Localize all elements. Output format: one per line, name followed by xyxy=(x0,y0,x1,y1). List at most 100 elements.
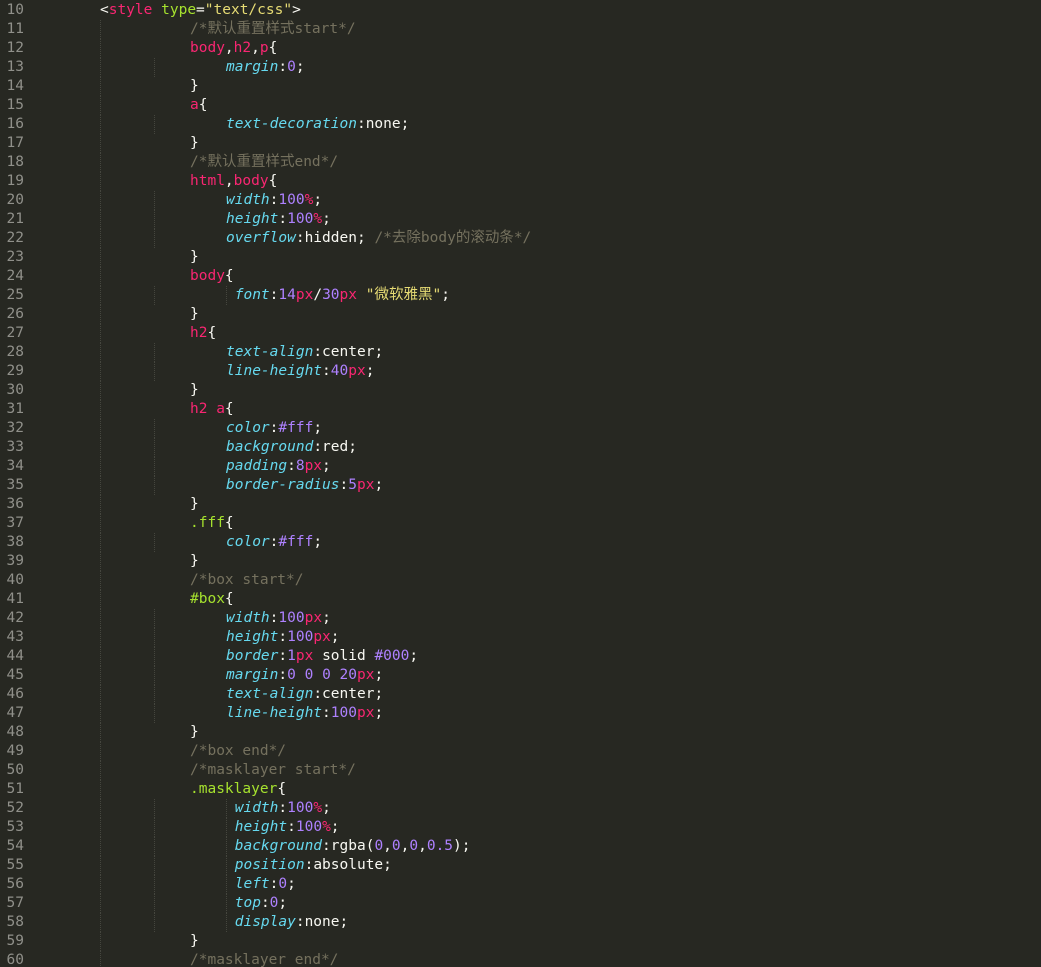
code-line[interactable]: 55 position:absolute; xyxy=(0,856,1041,875)
code-line[interactable]: 57 top:0; xyxy=(0,894,1041,913)
code-line[interactable]: 50 /*masklayer start*/ xyxy=(0,761,1041,780)
code-text: } xyxy=(190,77,199,96)
code-text: font:14px/30px "微软雅黑"; xyxy=(226,286,450,305)
code-line[interactable]: 14} xyxy=(0,77,1041,96)
token-prop: overflow xyxy=(226,230,296,246)
code-text: display:none; xyxy=(226,913,349,932)
indent-guide xyxy=(154,533,155,552)
code-line[interactable]: 49 /*box end*/ xyxy=(0,742,1041,761)
token-num: 100 xyxy=(287,800,314,816)
code-line[interactable]: 40 /*box start*/ xyxy=(0,571,1041,590)
code-line[interactable]: 45 margin:0 0 0 20px; xyxy=(0,666,1041,685)
code-line[interactable]: 32 color:#fff; xyxy=(0,419,1041,438)
code-line[interactable]: 52 width:100%; xyxy=(0,799,1041,818)
code-line[interactable]: 25 font:14px/30px "微软雅黑"; xyxy=(0,286,1041,305)
code-line[interactable]: 53 height:100%; xyxy=(0,818,1041,837)
token-num: 0 xyxy=(374,838,384,854)
code-line[interactable]: 48} xyxy=(0,723,1041,742)
token-unit: px xyxy=(356,477,375,493)
code-line[interactable]: 18 /*默认重置样式end*/ xyxy=(0,153,1041,172)
indent-guide xyxy=(154,609,155,628)
code-line[interactable]: 26} xyxy=(0,305,1041,324)
line-number: 43 xyxy=(6,629,24,645)
token-punct: ; xyxy=(322,610,331,626)
token-num: 30 xyxy=(322,287,340,303)
code-text: background:red; xyxy=(226,438,357,457)
indent-guide xyxy=(100,153,101,172)
code-line[interactable]: 22 overflow:hidden; /*去除body的滚动条*/ xyxy=(0,229,1041,248)
line-number: 27 xyxy=(6,325,24,341)
code-text: h2{ xyxy=(190,324,216,343)
code-line[interactable]: 30} xyxy=(0,381,1041,400)
code-line[interactable]: 21 height:100%; xyxy=(0,210,1041,229)
code-line[interactable]: 42 width:100px; xyxy=(0,609,1041,628)
indent-guide xyxy=(100,951,101,967)
code-line[interactable]: 31 h2 a{ xyxy=(0,400,1041,419)
indent-guide xyxy=(100,533,101,552)
code-line[interactable]: 17} xyxy=(0,134,1041,153)
indent-guide xyxy=(100,305,101,324)
token-prop: font xyxy=(234,287,270,303)
code-line[interactable]: 44 border:1px solid #000; xyxy=(0,647,1041,666)
code-line[interactable]: 23} xyxy=(0,248,1041,267)
indent-guide xyxy=(154,362,155,381)
code-line[interactable]: 58 display:none; xyxy=(0,913,1041,932)
code-editor[interactable]: 10 <style type="text/css"> 11/*默认重置样式start… xyxy=(0,0,1041,967)
code-line[interactable]: 46 text-align:center; xyxy=(0,685,1041,704)
token-punct: : xyxy=(322,363,331,379)
token-unit: px xyxy=(348,363,366,379)
code-line[interactable]: 11 /*默认重置样式start*/ xyxy=(0,20,1041,39)
code-line[interactable]: 38 color:#fff; xyxy=(0,533,1041,552)
code-line[interactable]: 15 a{ xyxy=(0,96,1041,115)
token-punct: ; xyxy=(374,686,384,702)
code-line[interactable]: 47 line-height:100px; xyxy=(0,704,1041,723)
code-line[interactable]: 34 padding:8px; xyxy=(0,457,1041,476)
code-line[interactable]: 19 html,body{ xyxy=(0,172,1041,191)
code-text: color:#fff; xyxy=(226,533,322,552)
indent-guide xyxy=(100,267,101,286)
code-line[interactable]: 43 height:100px; xyxy=(0,628,1041,647)
indent-guide xyxy=(154,343,155,362)
code-line[interactable]: 12 body,h2,p{ xyxy=(0,39,1041,58)
indent-guide xyxy=(100,685,101,704)
code-line[interactable]: 27 h2{ xyxy=(0,324,1041,343)
code-line[interactable]: 54 background:rgba(0,0,0,0.5); xyxy=(0,837,1041,856)
token-sel: p xyxy=(259,40,269,56)
line-number: 17 xyxy=(6,135,24,151)
line-number: 13 xyxy=(6,59,24,75)
code-line[interactable]: 60 /*masklayer end*/ xyxy=(0,951,1041,967)
code-line[interactable]: 33 background:red; xyxy=(0,438,1041,457)
code-line[interactable]: 56 left:0; xyxy=(0,875,1041,894)
code-line[interactable]: 24 body{ xyxy=(0,267,1041,286)
indent-guide xyxy=(154,115,155,134)
code-text: color:#fff; xyxy=(226,419,322,438)
token-unit: px xyxy=(295,648,314,664)
code-line[interactable]: 10 <style type="text/css"> xyxy=(0,1,1041,20)
code-line[interactable]: 39} xyxy=(0,552,1041,571)
code-line[interactable]: 20 width:100%; xyxy=(0,191,1041,210)
code-line[interactable]: 51 .masklayer{ xyxy=(0,780,1041,799)
indent-guide xyxy=(154,628,155,647)
code-line[interactable]: 59} xyxy=(0,932,1041,951)
code-line[interactable]: 16 text-decoration:none; xyxy=(0,115,1041,134)
code-line[interactable]: 37 .fff{ xyxy=(0,514,1041,533)
indent-guide xyxy=(100,476,101,495)
code-line[interactable]: 36} xyxy=(0,495,1041,514)
code-line[interactable]: 41 #box{ xyxy=(0,590,1041,609)
code-line[interactable]: 35 border-radius:5px; xyxy=(0,476,1041,495)
token-prop: background xyxy=(226,439,314,455)
line-number: 59 xyxy=(6,933,24,949)
code-text: /*masklayer end*/ xyxy=(190,951,338,967)
code-line[interactable]: 29 line-height:40px; xyxy=(0,362,1041,381)
token-val: solid xyxy=(322,648,366,664)
code-line[interactable]: 13 margin:0; xyxy=(0,58,1041,77)
line-number: 41 xyxy=(6,591,24,607)
code-line[interactable]: 28 text-align:center; xyxy=(0,343,1041,362)
token-comment: /*默认重置样式end*/ xyxy=(190,154,339,170)
token-prop: text-decoration xyxy=(226,116,357,132)
token-unit: px xyxy=(313,629,331,645)
